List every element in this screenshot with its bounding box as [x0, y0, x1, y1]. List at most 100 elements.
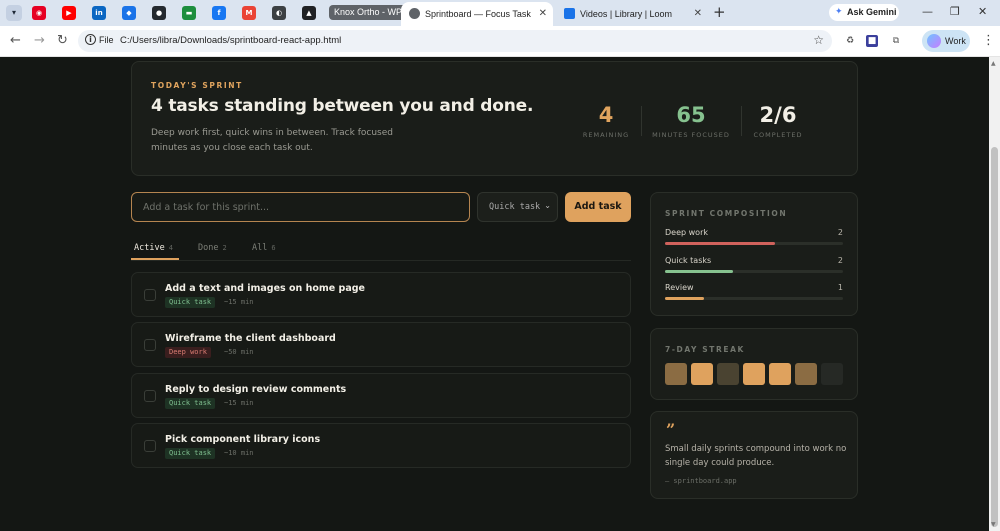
- task-checkbox[interactable]: [144, 339, 156, 351]
- streak-day-cell: [717, 363, 739, 385]
- task-item[interactable]: Wireframe the client dashboard Deep work…: [131, 322, 631, 367]
- composition-label: Deep work: [665, 228, 708, 237]
- scroll-up-icon[interactable]: ▲: [991, 60, 996, 67]
- composition-fill: [665, 242, 776, 245]
- task-type-value: Quick task: [489, 202, 541, 212]
- meet-icon[interactable]: ▬: [182, 6, 196, 20]
- new-tab-button[interactable]: +: [713, 3, 726, 21]
- stat-value: 2/6: [759, 103, 797, 127]
- close-tab-icon[interactable]: ✕: [694, 3, 702, 25]
- recycle-extension-icon[interactable]: ♻: [844, 35, 856, 47]
- stat-label: MINUTES FOCUSED: [652, 131, 730, 139]
- task-estimate: ~15 min: [224, 399, 254, 407]
- stat-divider: [641, 106, 642, 136]
- app-icon[interactable]: ◆: [122, 6, 136, 20]
- chevron-down-icon[interactable]: ▾: [6, 5, 22, 21]
- scheme-label: File: [99, 35, 114, 45]
- task-input[interactable]: [131, 192, 470, 222]
- tab-count: 6: [271, 244, 276, 252]
- task-item[interactable]: Reply to design review comments Quick ta…: [131, 373, 631, 418]
- quote-source: — sprintboard.app: [665, 477, 737, 485]
- hero-title: 4 tasks standing between you and done.: [151, 96, 534, 116]
- streak-day-cell: [769, 363, 791, 385]
- composition-count: 2: [837, 228, 843, 237]
- pinterest-icon[interactable]: ◉: [32, 6, 46, 20]
- url-text[interactable]: C:/Users/libra/Downloads/sprintboard-rea…: [120, 35, 341, 46]
- streak-card: 7-DAY STREAK: [650, 328, 858, 400]
- task-item[interactable]: Add a text and images on home page Quick…: [131, 272, 631, 317]
- github-icon[interactable]: ●: [152, 6, 166, 20]
- profile-label: Work: [945, 36, 966, 46]
- stat-value: 65: [676, 103, 706, 127]
- stat-label: REMAINING: [582, 131, 630, 139]
- tab-sprintboard[interactable]: Sprintboard — Focus Task Man ✕: [401, 2, 553, 26]
- composition-count: 2: [837, 256, 843, 265]
- page-scrollbar[interactable]: ▲ ▼: [989, 57, 1000, 531]
- task-tag: Quick task: [165, 297, 216, 308]
- facebook-icon[interactable]: f: [212, 6, 226, 20]
- stat-value: 4: [598, 103, 614, 127]
- task-checkbox[interactable]: [144, 289, 156, 301]
- sparkle-icon: ✦: [835, 7, 843, 17]
- tab-active[interactable]: Active 4: [134, 243, 173, 253]
- puzzle-icon[interactable]: ⧉: [890, 35, 902, 47]
- streak-day-cell: [821, 363, 843, 385]
- task-item[interactable]: Pick component library icons Quick task …: [131, 423, 631, 468]
- streak-day-cell: [743, 363, 765, 385]
- menu-icon[interactable]: ⋮: [982, 33, 995, 48]
- tab-label: Active: [134, 243, 165, 253]
- minimize-button[interactable]: —: [922, 5, 933, 18]
- bookmark-star-icon[interactable]: ☆: [813, 33, 824, 47]
- tabs-divider: [131, 260, 631, 261]
- quote-card: ” Small daily sprints compound into work…: [650, 411, 858, 499]
- scrollbar-thumb[interactable]: [991, 147, 998, 527]
- youtube-icon[interactable]: ▶: [62, 6, 76, 20]
- close-tab-icon[interactable]: ✕: [539, 3, 547, 25]
- ask-gemini-button[interactable]: ✦ Ask Gemini: [829, 4, 899, 21]
- composition-track: [665, 242, 843, 245]
- task-title: Wireframe the client dashboard: [165, 333, 336, 344]
- chevron-down-icon: ⌄: [544, 201, 551, 210]
- tab-group-label[interactable]: Knox Ortho - WP: [329, 5, 408, 20]
- app-icon-2[interactable]: ◐: [272, 6, 286, 20]
- tab-all[interactable]: All 6: [252, 243, 276, 253]
- back-icon[interactable]: ←: [10, 33, 21, 48]
- task-checkbox[interactable]: [144, 440, 156, 452]
- profile-button[interactable]: Work: [922, 30, 970, 52]
- browser-tab-strip: ▾ ◉ ▶ in ◆ ● ▬ f M ◐ ▲ Knox Ortho - WP Sprintboar…: [0, 0, 1000, 26]
- close-window-button[interactable]: ✕: [978, 5, 987, 18]
- streak-day-cell: [795, 363, 817, 385]
- quote-mark-icon: ”: [666, 420, 676, 439]
- task-tag: Quick task: [165, 398, 216, 409]
- scroll-down-icon[interactable]: ▼: [991, 521, 996, 528]
- hero-description: Deep work first, quick wins in between. …: [151, 128, 393, 153]
- browser-toolbar: ← → ↻ i File C:/Users/libra/Downloads/sp…: [0, 26, 1000, 57]
- tab-done[interactable]: Done 2: [198, 243, 227, 253]
- ask-gemini-label: Ask Gemini: [847, 7, 897, 17]
- linkedin-icon[interactable]: in: [92, 6, 106, 20]
- task-estimate: ~15 min: [224, 298, 254, 306]
- app-icon-3[interactable]: ▲: [302, 6, 316, 20]
- tab-label: Done: [198, 243, 219, 253]
- gmail-icon[interactable]: M: [242, 6, 256, 20]
- tab-loom[interactable]: Videos | Library | Loom ✕: [556, 2, 708, 26]
- restore-button[interactable]: ❐: [950, 5, 960, 18]
- reload-icon[interactable]: ↻: [57, 33, 68, 48]
- task-estimate: ~10 min: [224, 449, 254, 457]
- streak-day-cell: [665, 363, 687, 385]
- info-icon[interactable]: i: [85, 34, 96, 45]
- forward-icon[interactable]: →: [34, 33, 45, 48]
- stat-label: COMPLETED: [753, 131, 803, 139]
- task-type-select[interactable]: Quick task ⌄: [477, 192, 558, 222]
- stat-completed: 2/6 COMPLETED: [733, 102, 823, 139]
- tab-count: 4: [168, 244, 173, 252]
- tab-label: All: [252, 243, 268, 253]
- extension-icon[interactable]: ■: [866, 35, 878, 47]
- task-checkbox[interactable]: [144, 390, 156, 402]
- add-task-button[interactable]: Add task: [565, 192, 631, 222]
- sprint-hero-card: TODAY'S SPRINT 4 tasks standing between …: [131, 61, 858, 176]
- loom-icon: [564, 8, 575, 19]
- stat-remaining: 4 REMAINING: [561, 102, 651, 139]
- address-bar[interactable]: i File C:/Users/libra/Downloads/sprintbo…: [78, 30, 832, 52]
- composition-title: SPRINT COMPOSITION: [665, 209, 788, 218]
